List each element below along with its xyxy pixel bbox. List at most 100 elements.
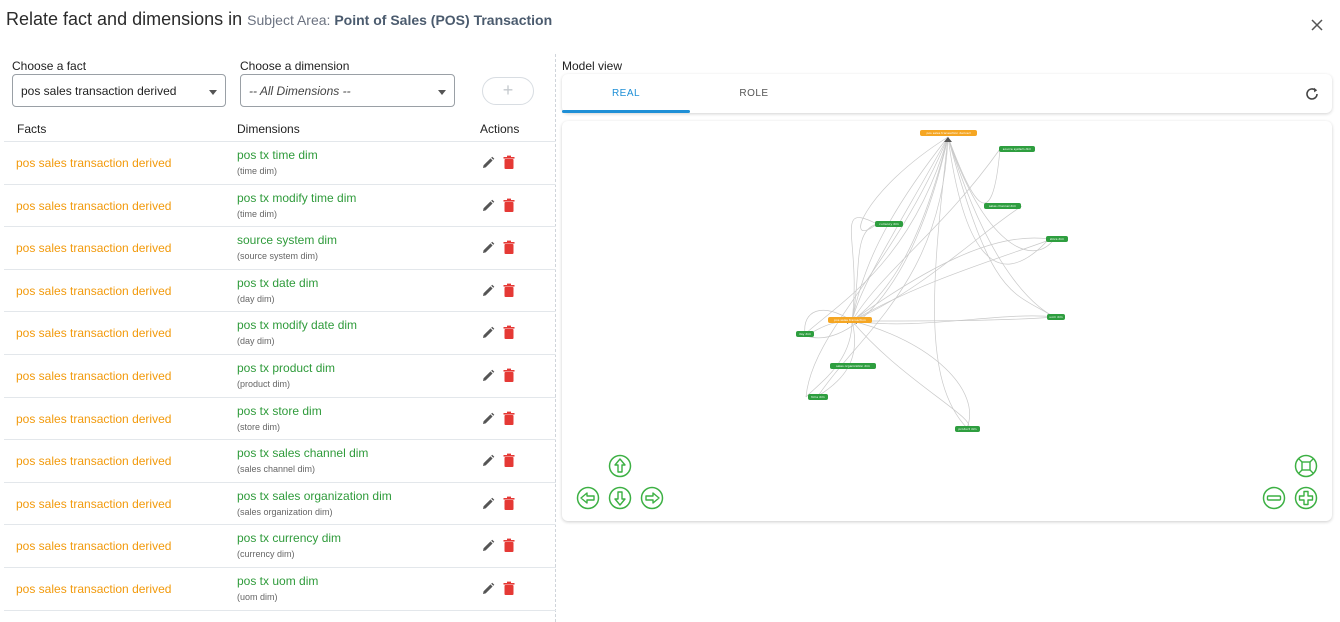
title-text: Relate fact and dimensions in [6,9,243,29]
row-dimension-type: (day dim) [237,293,275,304]
trash-icon[interactable] [502,368,516,383]
row-dimension[interactable]: pos tx time dim [237,148,318,162]
graph-node-store[interactable]: store dim [1046,236,1068,242]
dimension-select-value: -- All Dimensions -- [249,84,351,98]
model-graph[interactable]: pos sales transaction derived pos sales … [562,121,1332,521]
table-row: pos sales transaction derived pos tx date… [4,270,556,313]
row-dimension-type: (time dim) [237,208,277,219]
chevron-down-icon [209,90,217,95]
graph-node-fact[interactable]: pos sales transaction [828,317,872,323]
trash-icon[interactable] [502,496,516,511]
graph-edges [803,136,1056,429]
close-icon[interactable] [1306,14,1328,36]
row-fact[interactable]: pos sales transaction derived [16,497,171,511]
chevron-down-icon [438,90,446,95]
table-row: pos sales transaction derived pos tx prod… [4,355,556,398]
pencil-icon[interactable] [481,582,495,596]
pencil-icon[interactable] [481,539,495,553]
row-dimension-type: (day dim) [237,336,275,347]
add-relation-button[interactable]: + [482,77,534,105]
row-dimension[interactable]: pos tx uom dim [237,574,318,588]
arrow-up-icon[interactable] [608,454,632,478]
graph-node-product[interactable]: product dim [955,426,980,432]
pencil-icon[interactable] [481,497,495,511]
row-fact[interactable]: pos sales transaction derived [16,454,171,468]
row-dimension[interactable]: pos tx modify date dim [237,318,357,332]
pencil-icon[interactable] [481,284,495,298]
graph-node-source-system[interactable]: source system dim [999,146,1035,152]
pencil-icon[interactable] [481,199,495,213]
row-dimension-type: (sales channel dim) [237,464,316,475]
trash-icon[interactable] [502,453,516,468]
svg-text:currency dim: currency dim [879,222,899,226]
row-dimension[interactable]: pos tx modify time dim [237,191,356,205]
trash-icon[interactable] [502,240,516,255]
trash-icon[interactable] [502,411,516,426]
pencil-icon[interactable] [481,454,495,468]
pencil-icon[interactable] [481,241,495,255]
trash-icon[interactable] [502,155,516,170]
table-header: Facts Dimensions Actions [4,118,556,142]
arrow-right-icon[interactable] [640,486,664,510]
tab-real[interactable]: REAL [562,74,690,113]
svg-text:uom dim: uom dim [1049,315,1062,319]
tab-role[interactable]: ROLE [690,74,818,113]
row-dimension[interactable]: pos tx currency dim [237,531,341,545]
row-dimension-type: (uom dim) [237,591,278,602]
row-fact[interactable]: pos sales transaction derived [16,582,171,596]
refresh-icon[interactable] [1304,86,1320,102]
row-fact[interactable]: pos sales transaction derived [16,241,171,255]
fact-select[interactable]: pos sales transaction derived [12,74,226,107]
row-fact[interactable]: pos sales transaction derived [16,156,171,170]
pencil-icon[interactable] [481,156,495,170]
row-dimension-type: (store dim) [237,421,281,432]
row-fact[interactable]: pos sales transaction derived [16,326,171,340]
row-dimension-type: (sales organization dim) [237,506,333,517]
row-dimension[interactable]: pos tx store dim [237,404,322,418]
graph-node-sales-channel[interactable]: sales channel dim [984,203,1021,209]
arrow-left-icon[interactable] [576,486,600,510]
trash-icon[interactable] [502,538,516,553]
table-row: pos sales transaction derived pos tx uom … [4,568,556,611]
row-dimension[interactable]: pos tx product dim [237,361,335,375]
zoom-in-icon[interactable] [1294,486,1318,510]
row-dimension[interactable]: pos tx sales channel dim [237,446,368,460]
row-dimension-type: (product dim) [237,378,291,389]
row-dimension-type: (time dim) [237,166,277,176]
table-row: pos sales transaction derived pos tx sale… [4,483,556,526]
row-fact[interactable]: pos sales transaction derived [16,369,171,383]
graph-node-time[interactable]: time dim [808,394,828,400]
pencil-icon[interactable] [481,326,495,340]
row-dimension[interactable]: pos tx date dim [237,276,318,290]
pencil-icon[interactable] [481,369,495,383]
trash-icon[interactable] [502,198,516,213]
svg-text:source system dim: source system dim [1003,147,1031,151]
row-dimension[interactable]: pos tx sales organization dim [237,489,392,503]
dimension-select[interactable]: -- All Dimensions -- [240,74,455,107]
graph-node-fact-derived[interactable]: pos sales transaction derived [920,130,977,136]
graph-node-day[interactable]: day dim [796,331,814,337]
trash-icon[interactable] [502,325,516,340]
row-dimension-type: (source system dim) [237,251,319,262]
model-graph-canvas[interactable]: pos sales transaction derived pos sales … [562,121,1332,521]
graph-nodes: pos sales transaction derived pos sales … [796,130,1068,432]
graph-node-sales-organization[interactable]: sales organization dim [830,363,876,369]
row-fact[interactable]: pos sales transaction derived [16,199,171,213]
graph-node-uom[interactable]: uom dim [1047,314,1065,320]
trash-icon[interactable] [502,581,516,596]
row-fact[interactable]: pos sales transaction derived [16,412,171,426]
row-fact[interactable]: pos sales transaction derived [16,539,171,553]
facts-column-header: Facts [17,122,47,136]
row-dimension-type: (currency dim) [237,549,295,560]
pencil-icon[interactable] [481,412,495,426]
fit-view-icon[interactable] [1294,454,1318,478]
arrow-down-icon[interactable] [608,486,632,510]
subject-area-label: Subject Area: [247,12,331,28]
graph-node-currency[interactable]: currency dim [875,221,903,227]
trash-icon[interactable] [502,283,516,298]
row-fact[interactable]: pos sales transaction derived [16,284,171,298]
svg-text:sales organization dim: sales organization dim [836,364,870,368]
zoom-out-icon[interactable] [1262,486,1286,510]
model-view-tabs: REAL ROLE [562,74,1332,113]
row-dimension[interactable]: source system dim [237,233,337,247]
